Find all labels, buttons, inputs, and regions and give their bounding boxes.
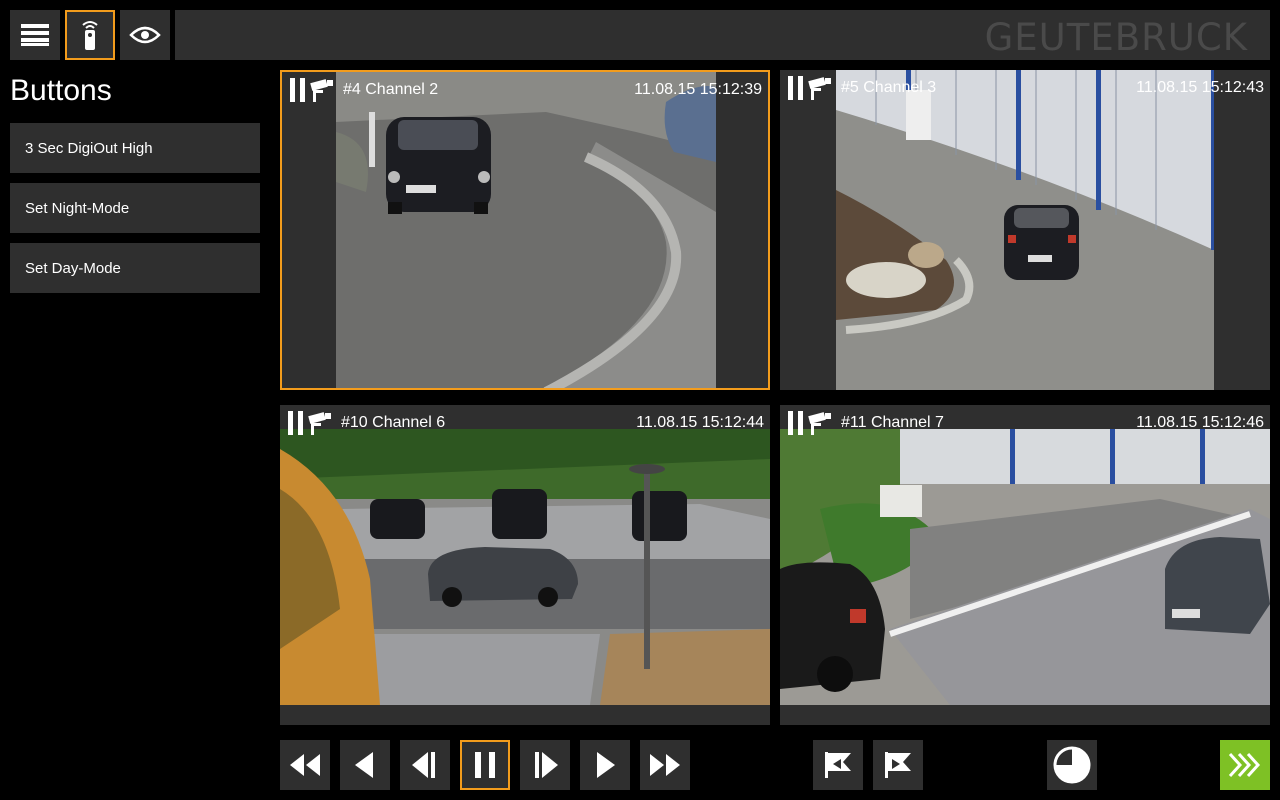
play-icon	[593, 750, 617, 780]
paused-icon	[788, 411, 803, 435]
step-forward-button[interactable]	[520, 740, 570, 790]
tile-timestamp: 11.08.15 15:12:46	[1136, 414, 1264, 432]
step-back-button[interactable]	[400, 740, 450, 790]
camera-icon	[807, 76, 833, 100]
camera-icon	[309, 78, 335, 102]
flag-next-icon	[881, 750, 915, 780]
paused-icon	[288, 411, 303, 435]
tile-header: #11 Channel 7 11.08.15 15:12:46	[780, 405, 1270, 441]
video-tile-channel-2[interactable]: #4 Channel 2 11.08.15 15:12:39	[280, 70, 770, 390]
button-label: 3 Sec DigiOut High	[25, 140, 153, 157]
time-select-button[interactable]	[1047, 740, 1097, 790]
play-reverse-button[interactable]	[340, 740, 390, 790]
clock-pie-icon	[1052, 745, 1092, 785]
remote-control-icon	[79, 19, 101, 51]
title-bar: GEUTEBRUCK	[175, 10, 1270, 60]
tile-channel-name: #10 Channel 6	[341, 414, 445, 432]
video-feed	[780, 429, 1270, 705]
video-tile-channel-6[interactable]: #10 Channel 6 11.08.15 15:12:44	[280, 405, 770, 725]
tile-header: #10 Channel 6 11.08.15 15:12:44	[280, 405, 770, 441]
tile-header: #5 Channel 3 11.08.15 15:12:43	[780, 70, 1270, 106]
paused-icon	[788, 76, 803, 100]
digiout-high-button[interactable]: 3 Sec DigiOut High	[10, 123, 260, 173]
remote-control-button[interactable]	[65, 10, 115, 60]
pause-icon	[472, 750, 498, 780]
camera-icon	[807, 411, 833, 435]
view-button[interactable]	[120, 10, 170, 60]
go-live-button[interactable]	[1220, 740, 1270, 790]
tile-channel-name: #11 Channel 7	[841, 414, 944, 432]
step-back-icon	[410, 750, 440, 780]
tile-timestamp: 11.08.15 15:12:44	[636, 414, 764, 432]
menu-button[interactable]	[10, 10, 60, 60]
video-tile-channel-7[interactable]: #11 Channel 7 11.08.15 15:12:46	[780, 405, 1270, 725]
previous-bookmark-button[interactable]	[813, 740, 863, 790]
paused-icon	[290, 78, 305, 102]
tile-channel-name: #5 Channel 3	[841, 79, 936, 97]
day-mode-button[interactable]: Set Day-Mode	[10, 243, 260, 293]
tile-timestamp: 11.08.15 15:12:39	[634, 81, 762, 99]
night-mode-button[interactable]: Set Night-Mode	[10, 183, 260, 233]
button-label: Set Night-Mode	[25, 200, 129, 217]
button-label: Set Day-Mode	[25, 260, 121, 277]
fast-rewind-button[interactable]	[280, 740, 330, 790]
video-feed	[336, 72, 716, 390]
eye-icon	[129, 25, 161, 45]
tile-timestamp: 11.08.15 15:12:43	[1136, 79, 1264, 97]
panel-title: Buttons	[10, 74, 112, 108]
video-tile-channel-3[interactable]: #5 Channel 3 11.08.15 15:12:43	[780, 70, 1270, 390]
video-feed	[280, 429, 770, 705]
fast-rewind-icon	[288, 752, 322, 778]
play-button[interactable]	[580, 740, 630, 790]
fast-forward-button[interactable]	[640, 740, 690, 790]
brand-logo: GEUTEBRUCK	[985, 16, 1248, 59]
tile-channel-name: #4 Channel 2	[343, 81, 438, 99]
tile-header: #4 Channel 2 11.08.15 15:12:39	[282, 72, 768, 108]
hamburger-menu-icon	[21, 24, 49, 46]
video-feed	[836, 70, 1214, 390]
fast-forward-icon	[648, 752, 682, 778]
camera-icon	[307, 411, 333, 435]
pause-button[interactable]	[460, 740, 510, 790]
step-forward-icon	[530, 750, 560, 780]
play-reverse-icon	[353, 750, 377, 780]
flag-previous-icon	[821, 750, 855, 780]
live-forward-icon	[1228, 752, 1262, 778]
next-bookmark-button[interactable]	[873, 740, 923, 790]
